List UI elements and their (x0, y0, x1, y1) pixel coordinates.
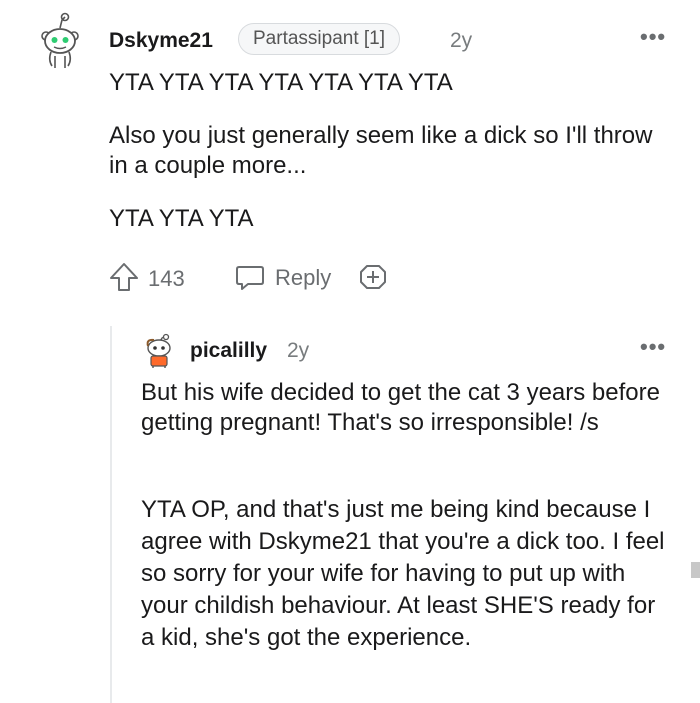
snoo-avatar-icon (146, 333, 171, 368)
comment-age[interactable]: 2y (450, 29, 472, 53)
reply-author[interactable]: picalilly (190, 339, 267, 363)
user-flair: Partassipant [1] (238, 23, 401, 55)
snoo-avatar-icon (41, 12, 79, 68)
reply-avatar[interactable] (142, 333, 176, 369)
more-options-icon[interactable]: ••• (640, 334, 666, 360)
vote-count: 143 (148, 266, 185, 291)
reply-paragraph: But his wife decided to get the cat 3 ye… (141, 379, 660, 436)
reply-button[interactable]: Reply (234, 261, 344, 293)
reply-label: Reply (275, 265, 332, 290)
upvote-arrow-icon (110, 263, 138, 291)
reply-paragraph: YTA OP, and that's just me being kind be… (141, 496, 665, 651)
thread-line[interactable] (110, 326, 112, 703)
comment-paragraph: YTA YTA YTA YTA YTA YTA YTA (109, 69, 453, 96)
reply-age[interactable]: 2y (287, 339, 309, 363)
user-avatar[interactable] (36, 12, 84, 70)
more-options-icon[interactable]: ••• (640, 24, 666, 50)
comment-author[interactable]: Dskyme21 (109, 29, 213, 53)
speech-bubble-icon (236, 266, 264, 290)
scrollbar-thumb[interactable] (691, 562, 700, 578)
comment-paragraph: Also you just generally seem like a dick… (109, 122, 653, 179)
comment-paragraph: YTA YTA YTA (109, 205, 254, 232)
award-button[interactable] (357, 261, 389, 293)
upvote-button[interactable] (108, 261, 140, 293)
add-award-icon (360, 265, 386, 289)
